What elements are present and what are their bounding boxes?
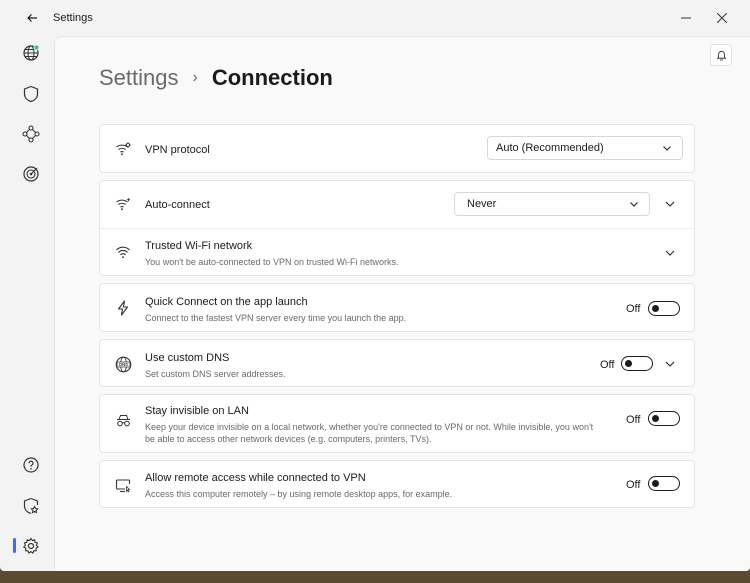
remote-desktop-icon: [114, 476, 132, 494]
settings-window: Settings Settings › Connection VPN proto…: [0, 0, 750, 571]
vpn-protocol-card: VPN protocol Auto (Recommended): [99, 124, 695, 173]
invisible-lan-card: Stay invisible on LAN Keep your device i…: [99, 394, 695, 453]
trusted-wifi-expand-icon[interactable]: [663, 246, 677, 260]
auto-connect-value: Never: [467, 198, 497, 210]
quick-connect-toggle[interactable]: [648, 301, 680, 316]
toggle-knob: [625, 359, 632, 367]
globe-icon: [23, 44, 40, 61]
toggle-knob: [652, 414, 659, 422]
sidebar-item-shield[interactable]: [20, 83, 42, 105]
quick-connect-description: Connect to the fastest VPN server every …: [145, 313, 407, 323]
window-title: Settings: [53, 12, 93, 24]
page-title: Connection: [211, 65, 333, 90]
sidebar-item-favorites[interactable]: [20, 495, 42, 517]
active-indicator: [13, 538, 16, 553]
custom-dns-row: DNS Use custom DNS Set custom DNS server…: [100, 340, 694, 388]
meshnet-icon: [22, 125, 40, 143]
trusted-wifi-row[interactable]: Trusted Wi-Fi network You won't be auto-…: [100, 228, 694, 276]
custom-dns-description: Set custom DNS server addresses.: [145, 369, 286, 379]
breadcrumb-parent[interactable]: Settings: [99, 65, 179, 91]
wifi-icon: [114, 243, 132, 261]
vpn-protocol-label: VPN protocol: [145, 144, 210, 156]
breadcrumb-separator: ›: [192, 69, 198, 86]
trusted-wifi-description: You won't be auto-connected to VPN on tr…: [145, 257, 399, 267]
auto-connect-row: Auto-connect Never: [100, 181, 694, 228]
sidebar-item-settings[interactable]: [20, 535, 42, 557]
remote-access-card: Allow remote access while connected to V…: [99, 460, 695, 508]
quick-connect-row: Quick Connect on the app launch Connect …: [100, 284, 694, 333]
vpn-protocol-row: VPN protocol Auto (Recommended): [100, 125, 694, 174]
notifications-button[interactable]: [710, 44, 732, 66]
back-arrow-icon: [27, 14, 37, 22]
minimize-button[interactable]: [679, 10, 693, 26]
sidebar-item-globe[interactable]: [20, 42, 42, 64]
invisible-lan-row: Stay invisible on LAN Keep your device i…: [100, 395, 694, 454]
title-bar: Settings: [0, 0, 750, 36]
auto-connect-expand-icon[interactable]: [663, 197, 677, 211]
close-button[interactable]: [714, 10, 730, 26]
remote-access-row: Allow remote access while connected to V…: [100, 461, 694, 509]
breadcrumb: Settings › Connection: [99, 64, 333, 92]
sidebar-item-help[interactable]: [20, 454, 42, 476]
toggle-knob: [652, 304, 659, 312]
vpn-protocol-value: Auto (Recommended): [496, 142, 604, 154]
sidebar-item-threat-target[interactable]: [20, 163, 42, 185]
shield-star-icon: [23, 497, 39, 515]
quick-connect-card: Quick Connect on the app launch Connect …: [99, 283, 695, 332]
quick-connect-state: Off: [626, 303, 641, 315]
auto-connect-label: Auto-connect: [145, 199, 210, 211]
invisible-lan-description: Keep your device invisible on a local ne…: [145, 422, 594, 444]
shield-icon: [23, 85, 39, 103]
remote-access-toggle[interactable]: [648, 476, 680, 491]
incognito-icon: [114, 411, 132, 429]
chevron-down-icon: [630, 202, 638, 207]
custom-dns-expand-icon[interactable]: [663, 357, 677, 371]
lightning-icon: [114, 299, 132, 317]
remote-access-description: Access this computer remotely – by using…: [145, 489, 453, 499]
quick-connect-label: Quick Connect on the app launch: [145, 296, 308, 308]
wifi-protocol-icon: [114, 140, 132, 158]
back-button[interactable]: [24, 10, 40, 26]
dns-globe-icon: DNS: [114, 355, 132, 373]
chevron-down-icon: [663, 146, 671, 151]
custom-dns-toggle[interactable]: [621, 356, 653, 371]
custom-dns-label: Use custom DNS: [145, 352, 230, 364]
minimize-icon: [681, 17, 691, 19]
auto-connect-card: Auto-connect Never Trusted Wi-Fi network…: [99, 180, 695, 276]
help-icon: [23, 457, 39, 473]
toggle-knob: [652, 479, 659, 487]
sidebar-item-meshnet[interactable]: [20, 123, 42, 145]
target-icon: [23, 166, 39, 182]
svg-text:DNS: DNS: [119, 362, 128, 367]
custom-dns-state: Off: [600, 359, 615, 371]
bell-icon: [716, 50, 726, 61]
invisible-lan-state: Off: [626, 414, 641, 426]
invisible-lan-label: Stay invisible on LAN: [145, 405, 249, 417]
trusted-wifi-label: Trusted Wi-Fi network: [145, 240, 253, 252]
remote-access-label: Allow remote access while connected to V…: [145, 472, 366, 484]
wifi-sparkle-icon: [114, 195, 132, 213]
invisible-lan-toggle[interactable]: [648, 411, 680, 426]
custom-dns-card: DNS Use custom DNS Set custom DNS server…: [99, 339, 695, 387]
gear-icon: [22, 537, 39, 554]
vpn-protocol-select[interactable]: Auto (Recommended): [487, 136, 683, 160]
remote-access-state: Off: [626, 479, 641, 491]
auto-connect-select[interactable]: Never: [454, 192, 650, 216]
close-icon: [717, 13, 727, 23]
